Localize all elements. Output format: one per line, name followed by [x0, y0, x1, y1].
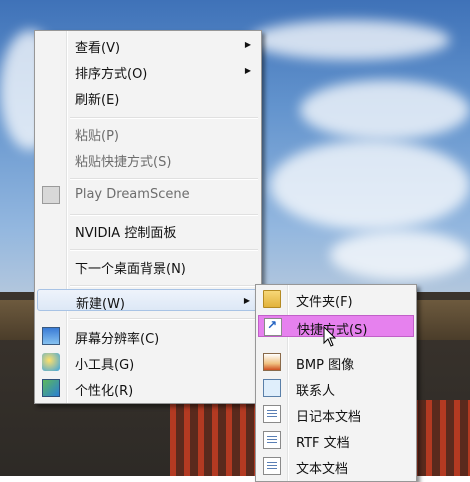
menu-item-label: 屏幕分辨率(C)	[75, 332, 160, 347]
menu-item-next-desktop-background[interactable]: 下一个桌面背景(N)	[37, 255, 259, 277]
folder-icon	[263, 290, 281, 308]
submenu-item-contact[interactable]: 联系人	[258, 377, 414, 399]
dreamscene-icon	[42, 186, 60, 204]
contact-icon	[263, 379, 281, 397]
journal-document-icon	[263, 405, 281, 423]
menu-item-view[interactable]: 查看(V) ▶	[37, 34, 259, 56]
bmp-image-icon	[263, 353, 281, 371]
menu-item-label: 下一个桌面背景(N)	[75, 262, 186, 277]
submenu-item-rtf-document[interactable]: RTF 文档	[258, 429, 414, 451]
menu-item-sort-by[interactable]: 排序方式(O) ▶	[37, 60, 259, 82]
red-pillars	[170, 400, 260, 476]
menu-item-label: RTF 文档	[296, 436, 350, 451]
mouse-pointer-icon	[323, 326, 337, 347]
menu-item-label: NVIDIA 控制面板	[75, 226, 177, 241]
menu-item-label: 文件夹(F)	[296, 295, 353, 310]
menu-item-label: 日记本文档	[296, 410, 362, 425]
submenu-item-bmp-image[interactable]: BMP 图像	[258, 351, 414, 373]
menu-item-nvidia-control-panel[interactable]: NVIDIA 控制面板	[37, 219, 259, 241]
menu-item-label: 刷新(E)	[75, 93, 120, 108]
personalize-icon	[42, 379, 60, 397]
menu-separator	[70, 285, 258, 287]
menu-item-label: 粘贴(P)	[75, 129, 119, 144]
menu-item-new[interactable]: 新建(W) ▶	[37, 289, 259, 312]
menu-item-paste-shortcut[interactable]: 粘贴快捷方式(S)	[37, 148, 259, 170]
gadgets-icon	[42, 353, 60, 371]
menu-separator	[70, 249, 258, 251]
shortcut-icon	[264, 318, 282, 336]
submenu-arrow-icon: ▶	[243, 296, 250, 305]
desktop-context-menu: 查看(V) ▶ 排序方式(O) ▶ 刷新(E) 粘贴(P) 粘贴快捷方式(S) …	[34, 30, 262, 404]
menu-item-label: 粘贴快捷方式(S)	[75, 155, 172, 170]
palace-roof	[410, 300, 470, 340]
menu-item-paste[interactable]: 粘贴(P)	[37, 122, 259, 144]
menu-item-personalize[interactable]: 个性化(R)	[37, 377, 259, 399]
menu-item-screen-resolution[interactable]: 屏幕分辨率(C)	[37, 325, 259, 347]
submenu-item-folder[interactable]: 文件夹(F)	[258, 288, 414, 310]
menu-item-label: 排序方式(O)	[75, 67, 148, 82]
rtf-document-icon	[263, 431, 281, 449]
screen-resolution-icon	[42, 327, 60, 345]
menu-separator	[70, 178, 258, 180]
submenu-arrow-icon: ▶	[244, 40, 251, 49]
menu-item-gadgets[interactable]: 小工具(G)	[37, 351, 259, 373]
red-pillars	[412, 400, 470, 476]
menu-item-label: 文本文档	[296, 462, 349, 477]
menu-separator	[70, 117, 258, 119]
menu-item-label: 联系人	[296, 384, 336, 399]
menu-item-label: 小工具(G)	[75, 358, 135, 373]
menu-separator	[70, 214, 258, 216]
text-document-icon	[263, 457, 281, 475]
menu-item-play-dreamscene[interactable]: Play DreamScene	[37, 184, 259, 206]
menu-item-label: 个性化(R)	[75, 384, 134, 399]
menu-item-label: 新建(W)	[76, 297, 125, 312]
submenu-item-text-document[interactable]: 文本文档	[258, 455, 414, 477]
new-submenu: 文件夹(F) 快捷方式(S) BMP 图像 联系人 日记本文档 RTF 文档 文…	[255, 284, 417, 482]
menu-item-label: Play DreamScene	[75, 187, 190, 202]
menu-item-label: 查看(V)	[75, 41, 121, 56]
submenu-arrow-icon: ▶	[244, 66, 251, 75]
submenu-item-journal-document[interactable]: 日记本文档	[258, 403, 414, 425]
menu-separator	[70, 318, 258, 320]
menu-item-label: BMP 图像	[296, 358, 355, 373]
menu-item-refresh[interactable]: 刷新(E)	[37, 86, 259, 108]
